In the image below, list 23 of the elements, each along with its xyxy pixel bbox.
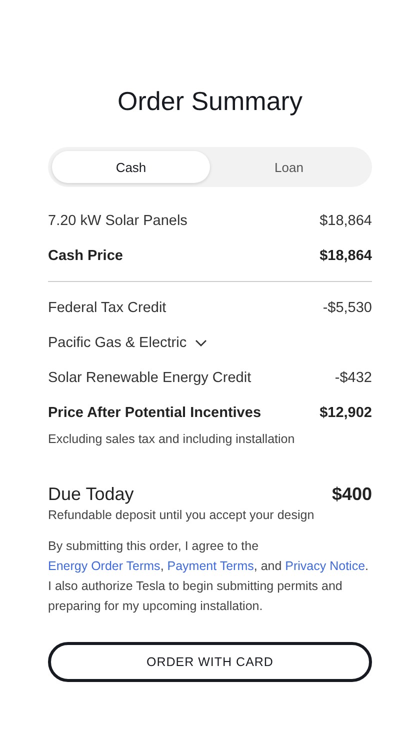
due-today-amount: $400 xyxy=(332,484,372,505)
line-amount: -$432 xyxy=(334,370,372,386)
payment-tab[interactable]: Loan xyxy=(210,151,368,183)
line-amount: $18,864 xyxy=(320,248,372,264)
line-amount: $12,902 xyxy=(320,404,372,420)
line-label: Price After Potential Incentives xyxy=(48,404,262,420)
page-title: Order Summary xyxy=(116,86,304,117)
payment-tab[interactable]: Cash xyxy=(52,151,210,183)
line-amount: -$5,530 xyxy=(322,300,372,316)
line-label: Solar Renewable Energy Credit xyxy=(48,370,252,386)
agreement-text: By submitting this order, I agree to the Energy Order Terms, Payment Terms, and Privacy Notice. I also authorize Tesla to begin submitting permits and preparing for my upcoming installation. xyxy=(48,538,370,615)
line-label: Federal Tax Credit xyxy=(48,300,166,316)
terms-link[interactable]: Energy Order Terms xyxy=(48,559,160,573)
order-button[interactable]: ORDER WITH CARD xyxy=(48,642,372,682)
terms-link[interactable]: Payment Terms xyxy=(167,559,254,573)
deposit-note: Refundable deposit until you accept your design xyxy=(48,508,316,522)
utility-dropdown[interactable]: Pacific Gas & Electric xyxy=(48,334,207,350)
line-label: Cash Price xyxy=(48,248,123,264)
due-today-label: Due Today xyxy=(48,484,134,505)
line-label: 7.20 kW Solar Panels xyxy=(48,212,188,228)
line-amount: $18,864 xyxy=(320,212,372,228)
incentives-note: Excluding sales tax and including installation xyxy=(48,432,296,446)
terms-link[interactable]: Privacy Notice xyxy=(285,559,366,573)
